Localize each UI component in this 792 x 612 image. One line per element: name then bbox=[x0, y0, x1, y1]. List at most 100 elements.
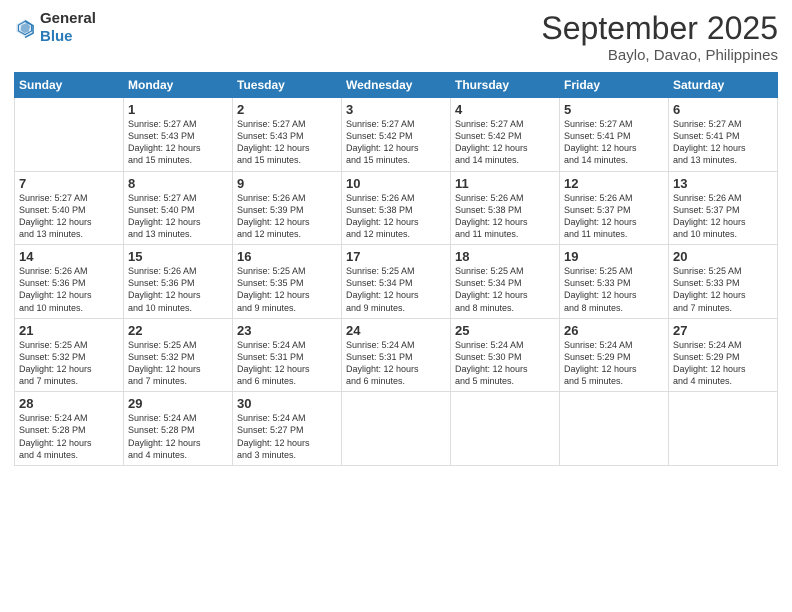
day-info: Sunrise: 5:24 AM Sunset: 5:31 PM Dayligh… bbox=[237, 339, 337, 388]
calendar-cell: 28Sunrise: 5:24 AM Sunset: 5:28 PM Dayli… bbox=[15, 392, 124, 466]
day-number: 16 bbox=[237, 249, 337, 264]
calendar-week-row: 21Sunrise: 5:25 AM Sunset: 5:32 PM Dayli… bbox=[15, 318, 778, 392]
day-number: 13 bbox=[673, 176, 773, 191]
day-number: 5 bbox=[564, 102, 664, 117]
calendar-cell: 20Sunrise: 5:25 AM Sunset: 5:33 PM Dayli… bbox=[669, 245, 778, 319]
day-info: Sunrise: 5:24 AM Sunset: 5:30 PM Dayligh… bbox=[455, 339, 555, 388]
day-number: 28 bbox=[19, 396, 119, 411]
day-info: Sunrise: 5:27 AM Sunset: 5:41 PM Dayligh… bbox=[673, 118, 773, 167]
day-info: Sunrise: 5:27 AM Sunset: 5:43 PM Dayligh… bbox=[237, 118, 337, 167]
calendar-cell: 24Sunrise: 5:24 AM Sunset: 5:31 PM Dayli… bbox=[342, 318, 451, 392]
day-info: Sunrise: 5:25 AM Sunset: 5:33 PM Dayligh… bbox=[564, 265, 664, 314]
day-info: Sunrise: 5:27 AM Sunset: 5:40 PM Dayligh… bbox=[128, 192, 228, 241]
calendar-cell: 7Sunrise: 5:27 AM Sunset: 5:40 PM Daylig… bbox=[15, 171, 124, 245]
calendar-cell: 13Sunrise: 5:26 AM Sunset: 5:37 PM Dayli… bbox=[669, 171, 778, 245]
day-number: 22 bbox=[128, 323, 228, 338]
calendar-cell: 5Sunrise: 5:27 AM Sunset: 5:41 PM Daylig… bbox=[560, 98, 669, 172]
col-tuesday: Tuesday bbox=[233, 73, 342, 98]
calendar-cell: 17Sunrise: 5:25 AM Sunset: 5:34 PM Dayli… bbox=[342, 245, 451, 319]
header: General Blue September 2025 Baylo, Davao… bbox=[14, 10, 778, 64]
col-wednesday: Wednesday bbox=[342, 73, 451, 98]
calendar-cell: 25Sunrise: 5:24 AM Sunset: 5:30 PM Dayli… bbox=[451, 318, 560, 392]
calendar-cell: 4Sunrise: 5:27 AM Sunset: 5:42 PM Daylig… bbox=[451, 98, 560, 172]
calendar-cell: 8Sunrise: 5:27 AM Sunset: 5:40 PM Daylig… bbox=[124, 171, 233, 245]
day-number: 23 bbox=[237, 323, 337, 338]
day-number: 27 bbox=[673, 323, 773, 338]
day-number: 25 bbox=[455, 323, 555, 338]
calendar-cell bbox=[15, 98, 124, 172]
col-monday: Monday bbox=[124, 73, 233, 98]
calendar-cell bbox=[451, 392, 560, 466]
day-info: Sunrise: 5:26 AM Sunset: 5:36 PM Dayligh… bbox=[19, 265, 119, 314]
day-number: 24 bbox=[346, 323, 446, 338]
calendar-week-row: 7Sunrise: 5:27 AM Sunset: 5:40 PM Daylig… bbox=[15, 171, 778, 245]
calendar-cell bbox=[342, 392, 451, 466]
day-info: Sunrise: 5:24 AM Sunset: 5:28 PM Dayligh… bbox=[19, 412, 119, 461]
calendar-cell: 18Sunrise: 5:25 AM Sunset: 5:34 PM Dayli… bbox=[451, 245, 560, 319]
day-number: 29 bbox=[128, 396, 228, 411]
calendar-cell: 3Sunrise: 5:27 AM Sunset: 5:42 PM Daylig… bbox=[342, 98, 451, 172]
day-number: 3 bbox=[346, 102, 446, 117]
day-info: Sunrise: 5:27 AM Sunset: 5:40 PM Dayligh… bbox=[19, 192, 119, 241]
day-number: 7 bbox=[19, 176, 119, 191]
calendar-cell: 15Sunrise: 5:26 AM Sunset: 5:36 PM Dayli… bbox=[124, 245, 233, 319]
day-number: 2 bbox=[237, 102, 337, 117]
calendar-week-row: 1Sunrise: 5:27 AM Sunset: 5:43 PM Daylig… bbox=[15, 98, 778, 172]
col-thursday: Thursday bbox=[451, 73, 560, 98]
day-info: Sunrise: 5:27 AM Sunset: 5:43 PM Dayligh… bbox=[128, 118, 228, 167]
day-info: Sunrise: 5:25 AM Sunset: 5:34 PM Dayligh… bbox=[346, 265, 446, 314]
day-number: 15 bbox=[128, 249, 228, 264]
calendar-cell: 22Sunrise: 5:25 AM Sunset: 5:32 PM Dayli… bbox=[124, 318, 233, 392]
day-number: 17 bbox=[346, 249, 446, 264]
calendar-cell: 14Sunrise: 5:26 AM Sunset: 5:36 PM Dayli… bbox=[15, 245, 124, 319]
calendar-cell: 23Sunrise: 5:24 AM Sunset: 5:31 PM Dayli… bbox=[233, 318, 342, 392]
calendar-cell: 1Sunrise: 5:27 AM Sunset: 5:43 PM Daylig… bbox=[124, 98, 233, 172]
day-number: 14 bbox=[19, 249, 119, 264]
calendar-cell: 9Sunrise: 5:26 AM Sunset: 5:39 PM Daylig… bbox=[233, 171, 342, 245]
day-info: Sunrise: 5:25 AM Sunset: 5:32 PM Dayligh… bbox=[19, 339, 119, 388]
day-number: 10 bbox=[346, 176, 446, 191]
calendar-cell: 6Sunrise: 5:27 AM Sunset: 5:41 PM Daylig… bbox=[669, 98, 778, 172]
day-info: Sunrise: 5:24 AM Sunset: 5:31 PM Dayligh… bbox=[346, 339, 446, 388]
day-info: Sunrise: 5:26 AM Sunset: 5:37 PM Dayligh… bbox=[564, 192, 664, 241]
day-info: Sunrise: 5:24 AM Sunset: 5:29 PM Dayligh… bbox=[564, 339, 664, 388]
calendar-cell bbox=[669, 392, 778, 466]
day-number: 8 bbox=[128, 176, 228, 191]
calendar-header-row: Sunday Monday Tuesday Wednesday Thursday… bbox=[15, 73, 778, 98]
day-info: Sunrise: 5:26 AM Sunset: 5:38 PM Dayligh… bbox=[346, 192, 446, 241]
calendar-cell: 30Sunrise: 5:24 AM Sunset: 5:27 PM Dayli… bbox=[233, 392, 342, 466]
calendar-table: Sunday Monday Tuesday Wednesday Thursday… bbox=[14, 72, 778, 466]
calendar-cell: 19Sunrise: 5:25 AM Sunset: 5:33 PM Dayli… bbox=[560, 245, 669, 319]
location-title: Baylo, Davao, Philippines bbox=[541, 47, 778, 64]
calendar-cell: 29Sunrise: 5:24 AM Sunset: 5:28 PM Dayli… bbox=[124, 392, 233, 466]
day-info: Sunrise: 5:26 AM Sunset: 5:39 PM Dayligh… bbox=[237, 192, 337, 241]
calendar-cell: 27Sunrise: 5:24 AM Sunset: 5:29 PM Dayli… bbox=[669, 318, 778, 392]
calendar-week-row: 28Sunrise: 5:24 AM Sunset: 5:28 PM Dayli… bbox=[15, 392, 778, 466]
month-title: September 2025 bbox=[541, 10, 778, 47]
col-saturday: Saturday bbox=[669, 73, 778, 98]
day-info: Sunrise: 5:25 AM Sunset: 5:35 PM Dayligh… bbox=[237, 265, 337, 314]
day-number: 26 bbox=[564, 323, 664, 338]
title-block: September 2025 Baylo, Davao, Philippines bbox=[541, 10, 778, 64]
logo-icon bbox=[14, 17, 36, 39]
calendar-cell: 12Sunrise: 5:26 AM Sunset: 5:37 PM Dayli… bbox=[560, 171, 669, 245]
day-number: 21 bbox=[19, 323, 119, 338]
day-number: 6 bbox=[673, 102, 773, 117]
day-info: Sunrise: 5:26 AM Sunset: 5:38 PM Dayligh… bbox=[455, 192, 555, 241]
col-sunday: Sunday bbox=[15, 73, 124, 98]
calendar-cell: 26Sunrise: 5:24 AM Sunset: 5:29 PM Dayli… bbox=[560, 318, 669, 392]
day-number: 30 bbox=[237, 396, 337, 411]
day-number: 12 bbox=[564, 176, 664, 191]
calendar-week-row: 14Sunrise: 5:26 AM Sunset: 5:36 PM Dayli… bbox=[15, 245, 778, 319]
calendar-cell: 16Sunrise: 5:25 AM Sunset: 5:35 PM Dayli… bbox=[233, 245, 342, 319]
day-number: 20 bbox=[673, 249, 773, 264]
calendar-cell bbox=[560, 392, 669, 466]
day-info: Sunrise: 5:25 AM Sunset: 5:34 PM Dayligh… bbox=[455, 265, 555, 314]
logo: General Blue bbox=[14, 10, 96, 46]
day-number: 18 bbox=[455, 249, 555, 264]
calendar-cell: 2Sunrise: 5:27 AM Sunset: 5:43 PM Daylig… bbox=[233, 98, 342, 172]
calendar-cell: 11Sunrise: 5:26 AM Sunset: 5:38 PM Dayli… bbox=[451, 171, 560, 245]
day-info: Sunrise: 5:25 AM Sunset: 5:32 PM Dayligh… bbox=[128, 339, 228, 388]
day-info: Sunrise: 5:24 AM Sunset: 5:29 PM Dayligh… bbox=[673, 339, 773, 388]
day-info: Sunrise: 5:24 AM Sunset: 5:28 PM Dayligh… bbox=[128, 412, 228, 461]
